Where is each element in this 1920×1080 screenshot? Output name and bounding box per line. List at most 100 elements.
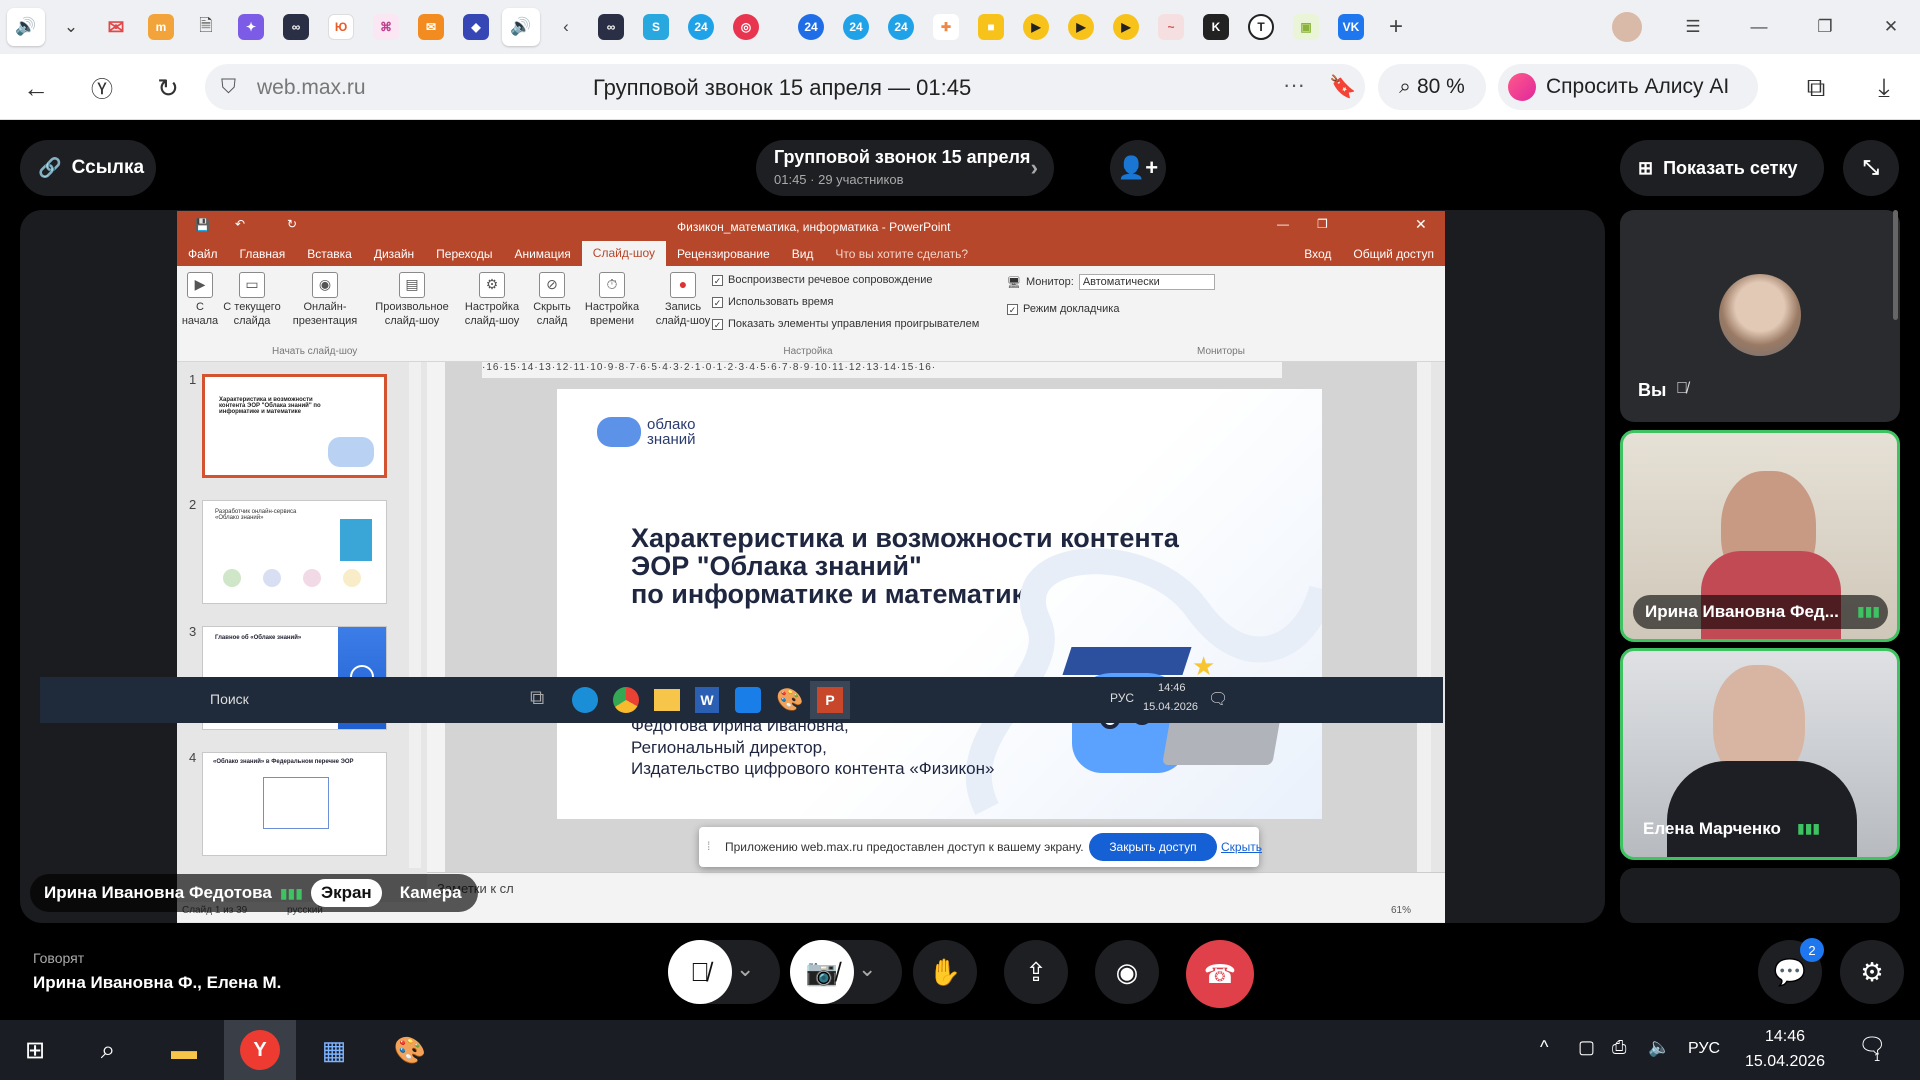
chevron-down-icon[interactable]: ⌄ xyxy=(736,956,754,982)
tray-chevron-icon[interactable]: ^ xyxy=(1540,1037,1548,1058)
menu-icon[interactable]: ☰ xyxy=(1674,8,1712,46)
restore-icon[interactable]: ❐ xyxy=(1806,8,1844,46)
ppt-close-icon: ✕ xyxy=(1415,216,1427,232)
clock-time[interactable]: 14:46 xyxy=(1765,1028,1805,1046)
tab-favicon[interactable]: ▶ xyxy=(1017,8,1055,46)
mail-tab[interactable]: ✉ xyxy=(97,8,135,46)
back-icon[interactable]: ← xyxy=(18,70,54,106)
tab-screen[interactable]: Экран xyxy=(310,879,382,907)
settings-button[interactable]: ⚙ xyxy=(1840,940,1904,1004)
powerpoint-window: 💾 ↶ ↻ Физикон_математика, информатика - … xyxy=(177,211,1445,923)
remote-search: Поиск xyxy=(210,691,249,707)
file-explorer-icon[interactable]: ▬ xyxy=(164,1030,204,1070)
tab-favicon[interactable]: ✦ xyxy=(232,8,270,46)
tab-favicon[interactable]: ∞ xyxy=(277,8,315,46)
tab-favicon[interactable]: ▶ xyxy=(1107,8,1145,46)
share-screen-button[interactable]: ⇪ xyxy=(1004,940,1068,1004)
close-icon[interactable]: ✕ xyxy=(1872,8,1910,46)
participant-tile-more[interactable] xyxy=(1620,868,1900,923)
chevron-down-icon[interactable]: ⌄ xyxy=(52,8,90,46)
tab-favicon[interactable]: ⌘ xyxy=(367,8,405,46)
reload-icon[interactable]: ↻ xyxy=(150,70,186,106)
vertical-ruler xyxy=(427,362,445,872)
show-grid-button[interactable]: ⊞ Показать сетку xyxy=(1620,140,1824,196)
close-access-button: Закрыть доступ xyxy=(1089,833,1217,861)
avatar xyxy=(1719,274,1801,356)
tab-favicon[interactable]: K xyxy=(1197,8,1235,46)
document-tab[interactable]: 🗎 xyxy=(187,8,225,46)
zoom-control[interactable]: ⌕ 80 % xyxy=(1378,64,1486,110)
speaker-icon[interactable]: 🔊 xyxy=(502,8,540,46)
mic-off-button[interactable]: 🎙̸ xyxy=(668,940,732,1004)
participant-tile-speaker-1[interactable]: Ирина Ивановна Фед... ▮▮▮ xyxy=(1620,430,1900,642)
alice-button[interactable]: Спросить Алису AI xyxy=(1498,64,1758,110)
notifications-icon[interactable]: 🗨 xyxy=(1858,1033,1886,1059)
tab-favicon[interactable]: VK xyxy=(1332,8,1370,46)
call-title: Групповой звонок 15 апреля xyxy=(774,147,1031,167)
tab-favicon[interactable]: ∞ xyxy=(592,8,630,46)
participant-tile-self[interactable]: Вы 🎙̸ xyxy=(1620,210,1900,422)
collections-icon[interactable]: ⧉ xyxy=(1798,70,1834,106)
address-bar[interactable]: ⛉ web.max.ru Групповой звонок 15 апреля … xyxy=(205,64,1365,110)
download-icon[interactable]: ⤓ xyxy=(1866,70,1902,106)
chrome-icon xyxy=(613,687,639,713)
ppt-signin: Вход xyxy=(1304,246,1332,261)
tab-favicon[interactable]: ◎ xyxy=(727,8,765,46)
tab-favicon[interactable]: m xyxy=(142,8,180,46)
tab-favicon[interactable]: ‹ xyxy=(547,8,585,46)
tab-favicon[interactable]: 24 xyxy=(792,8,830,46)
volume-icon[interactable]: 🔈 xyxy=(1648,1037,1670,1058)
collapse-icon[interactable]: ⤡ xyxy=(1843,140,1899,196)
calculator-icon[interactable]: ▦ xyxy=(314,1030,354,1070)
ppt-window-title: Физикон_математика, информатика - PowerP… xyxy=(677,220,951,234)
tab-favicon[interactable]: ■ xyxy=(972,8,1010,46)
call-title-button[interactable]: Групповой звонок 15 апреля 01:45 · 29 уч… xyxy=(756,140,1054,196)
tab-favicon[interactable]: 24 xyxy=(682,8,720,46)
minimize-icon[interactable]: — xyxy=(1740,8,1778,46)
speaking-indicator-icon: ▮▮▮ xyxy=(279,884,303,901)
more-icon[interactable]: ··· xyxy=(1283,72,1305,98)
add-user-icon[interactable]: 👤+ xyxy=(1110,140,1166,196)
hang-up-button[interactable]: ☎ xyxy=(1186,940,1254,1008)
speaker-icon[interactable]: 🔊 xyxy=(7,8,45,46)
menu-transitions: Переходы xyxy=(436,246,493,261)
raise-hand-button[interactable]: ✋ xyxy=(913,940,977,1004)
camera-off-button[interactable]: 📷̸ xyxy=(790,940,854,1004)
tiles-scrollbar[interactable] xyxy=(1893,210,1898,320)
tab-favicon[interactable]: 24 xyxy=(882,8,920,46)
app-icon xyxy=(735,687,761,713)
browser-tab-strip: 🔊 ⌄ ✉ m 🗎 ✦ ∞ Ю ⌘ ✉ ◆ 🔊 ‹ ∞ S 24 ◎ 24 24… xyxy=(0,0,1920,54)
tab-favicon[interactable]: ~ xyxy=(1152,8,1190,46)
network-icon[interactable]: ⎙ xyxy=(1612,1037,1626,1058)
tab-favicon[interactable]: S xyxy=(637,8,675,46)
search-icon[interactable]: ⌕ xyxy=(88,1030,128,1070)
tab-favicon[interactable]: ✚ xyxy=(927,8,965,46)
clock-date[interactable]: 15.04.2026 xyxy=(1745,1053,1825,1071)
tab-favicon[interactable]: ▶ xyxy=(1062,8,1100,46)
tray-device-icon[interactable]: ▢ xyxy=(1578,1037,1595,1058)
record-button[interactable]: ◉ xyxy=(1095,940,1159,1004)
ppt-menu: Файл Главная Вставка Дизайн Переходы Ани… xyxy=(177,241,1445,266)
windows-start-icon[interactable]: ⊞ xyxy=(15,1030,55,1070)
profile-avatar[interactable] xyxy=(1608,8,1646,46)
tab-favicon[interactable]: T xyxy=(1242,8,1280,46)
horizontal-ruler: ·16·15·14·13·12·11·10·9·8·7·6·5·4·3·2·1·… xyxy=(482,362,1282,378)
notification-icon: 🗨 xyxy=(1208,691,1229,708)
tab-camera[interactable]: Камера xyxy=(390,879,472,907)
tab-favicon[interactable]: Ю xyxy=(322,8,360,46)
tab-favicon[interactable]: ▣ xyxy=(1287,8,1325,46)
alice-icon xyxy=(1508,73,1536,101)
tab-favicon[interactable]: ◆ xyxy=(457,8,495,46)
paint-icon[interactable]: 🎨 xyxy=(390,1030,430,1070)
tab-favicon[interactable]: ✉ xyxy=(412,8,450,46)
language-indicator[interactable]: РУС xyxy=(1688,1040,1720,1058)
yandex-icon[interactable]: Ⓨ xyxy=(84,70,120,106)
tab-favicon[interactable]: 24 xyxy=(837,8,875,46)
bookmark-icon[interactable]: 🔖 xyxy=(1329,74,1356,100)
chevron-down-icon[interactable]: ⌄ xyxy=(858,956,876,982)
paint-icon: 🎨 xyxy=(776,687,804,712)
yandex-browser-icon[interactable]: Y xyxy=(240,1030,280,1070)
link-button[interactable]: 🔗 Ссылка xyxy=(20,140,156,196)
new-tab-button[interactable]: + xyxy=(1377,8,1415,46)
participant-tile-speaker-2[interactable]: Елена Марченко ▮▮▮ xyxy=(1620,648,1900,860)
